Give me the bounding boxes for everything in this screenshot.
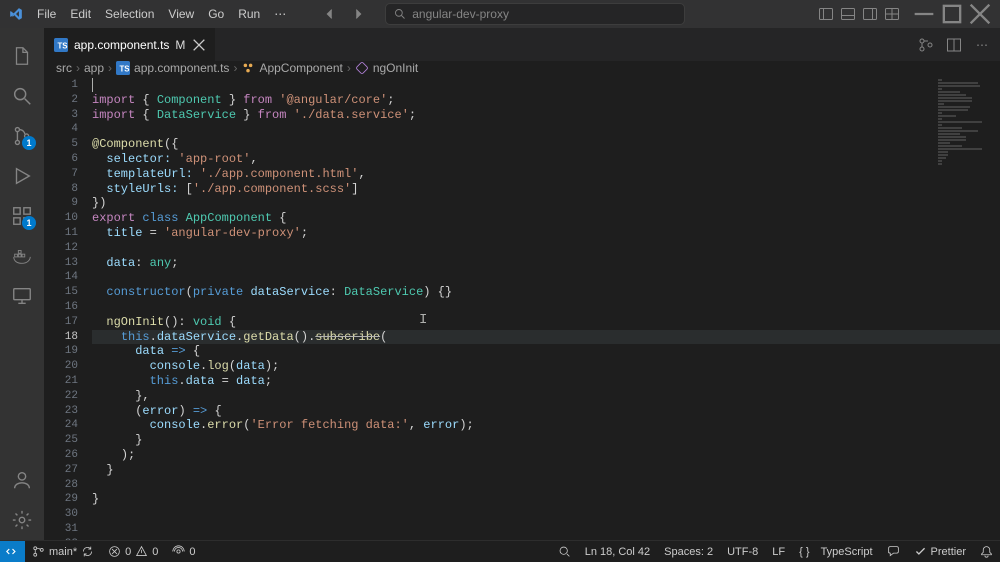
layout-panel-right-icon[interactable] bbox=[862, 6, 878, 22]
search-icon bbox=[394, 8, 406, 20]
more-actions-icon[interactable]: ⋯ bbox=[974, 37, 990, 53]
breadcrumb-src[interactable]: src bbox=[56, 61, 72, 75]
app-menu: File Edit Selection View Go Run ⋯ bbox=[6, 0, 293, 28]
breadcrumb-class[interactable]: AppComponent bbox=[241, 61, 342, 75]
status-encoding[interactable]: UTF-8 bbox=[720, 541, 765, 562]
activity-remote-explorer-icon[interactable] bbox=[0, 276, 44, 316]
activity-run-debug-icon[interactable] bbox=[0, 156, 44, 196]
tab-close-icon[interactable] bbox=[191, 37, 207, 53]
layout-controls bbox=[818, 6, 900, 22]
line-gutter: 1234567891011121314151617181920212223242… bbox=[44, 75, 92, 552]
nav-back-icon[interactable] bbox=[323, 7, 337, 21]
status-ports[interactable]: 0 bbox=[165, 541, 202, 562]
status-indentation[interactable]: Spaces: 2 bbox=[657, 541, 720, 562]
window-maximize-icon[interactable] bbox=[938, 0, 966, 28]
svg-text:TS: TS bbox=[58, 41, 68, 50]
status-eol[interactable]: LF bbox=[765, 541, 792, 562]
menu-overflow-icon[interactable]: ⋯ bbox=[267, 7, 293, 21]
nav-forward-icon[interactable] bbox=[351, 7, 365, 21]
status-bar: main* 0 0 0 Ln 18, Col 42 Spaces: 2 UTF-… bbox=[0, 540, 1000, 562]
symbol-method-icon bbox=[355, 61, 369, 75]
breadcrumb-file[interactable]: TS app.component.ts bbox=[116, 61, 229, 75]
status-notifications-icon[interactable] bbox=[973, 541, 1000, 562]
menu-selection[interactable]: Selection bbox=[98, 0, 161, 28]
menu-file[interactable]: File bbox=[30, 0, 63, 28]
status-language[interactable]: { } TypeScript bbox=[792, 541, 879, 562]
activity-extensions-icon[interactable]: 1 bbox=[0, 196, 44, 236]
svg-text:TS: TS bbox=[120, 65, 130, 74]
editor-region: TS app.component.ts M ⋯ src› app› TS app… bbox=[44, 28, 1000, 540]
symbol-class-icon bbox=[241, 61, 255, 75]
code-area[interactable]: import { Component } from '@angular/core… bbox=[92, 75, 1000, 552]
sync-icon[interactable] bbox=[81, 545, 94, 558]
layout-customize-icon[interactable] bbox=[884, 6, 900, 22]
window-close-icon[interactable] bbox=[966, 0, 994, 28]
remote-indicator[interactable] bbox=[0, 541, 25, 562]
editor-body[interactable]: 1234567891011121314151617181920212223242… bbox=[44, 75, 1000, 552]
breadcrumbs[interactable]: src› app› TS app.component.ts › AppCompo… bbox=[44, 61, 1000, 75]
activity-accounts-icon[interactable] bbox=[0, 460, 44, 500]
breadcrumb-method[interactable]: ngOnInit bbox=[355, 61, 418, 75]
split-editor-icon[interactable] bbox=[946, 37, 962, 53]
compare-changes-icon[interactable] bbox=[918, 37, 934, 53]
window-controls bbox=[910, 0, 994, 28]
title-bar: File Edit Selection View Go Run ⋯ angula… bbox=[0, 0, 1000, 28]
extensions-badge: 1 bbox=[22, 216, 36, 230]
menu-go[interactable]: Go bbox=[201, 0, 231, 28]
status-cursor-pos[interactable]: Ln 18, Col 42 bbox=[578, 541, 657, 562]
text-cursor-icon: I bbox=[419, 312, 427, 328]
activity-source-control-icon[interactable]: 1 bbox=[0, 116, 44, 156]
command-center[interactable]: angular-dev-proxy bbox=[385, 3, 685, 25]
layout-panel-left-icon[interactable] bbox=[818, 6, 834, 22]
tab-filename: app.component.ts bbox=[74, 38, 169, 52]
status-prettier[interactable]: Prettier bbox=[907, 541, 973, 562]
menu-view[interactable]: View bbox=[161, 0, 201, 28]
activity-explorer-icon[interactable] bbox=[0, 36, 44, 76]
menu-edit[interactable]: Edit bbox=[63, 0, 98, 28]
activity-bar: 1 1 bbox=[0, 28, 44, 540]
status-feedback-icon[interactable] bbox=[880, 541, 907, 562]
braces-icon: { } bbox=[799, 546, 809, 558]
breadcrumb-app[interactable]: app bbox=[84, 61, 104, 75]
command-center-text: angular-dev-proxy bbox=[412, 7, 509, 21]
activity-docker-icon[interactable] bbox=[0, 236, 44, 276]
status-branch[interactable]: main* bbox=[25, 541, 101, 562]
vscode-logo-icon bbox=[8, 6, 24, 22]
typescript-file-icon: TS bbox=[54, 38, 68, 52]
status-problems[interactable]: 0 0 bbox=[101, 541, 165, 562]
menu-run[interactable]: Run bbox=[231, 0, 267, 28]
tab-modified-marker: M bbox=[175, 38, 185, 52]
editor-actions: ⋯ bbox=[908, 28, 1000, 61]
tab-bar: TS app.component.ts M ⋯ bbox=[44, 28, 1000, 61]
nav-history bbox=[323, 7, 365, 21]
activity-search-icon[interactable] bbox=[0, 76, 44, 116]
activity-settings-icon[interactable] bbox=[0, 500, 44, 540]
typescript-file-icon: TS bbox=[116, 61, 130, 75]
status-zoom-icon[interactable] bbox=[551, 541, 578, 562]
tab-app-component[interactable]: TS app.component.ts M bbox=[44, 28, 216, 61]
layout-panel-bottom-icon[interactable] bbox=[840, 6, 856, 22]
window-minimize-icon[interactable] bbox=[910, 0, 938, 28]
minimap[interactable] bbox=[938, 79, 988, 169]
scm-badge: 1 bbox=[22, 136, 36, 150]
